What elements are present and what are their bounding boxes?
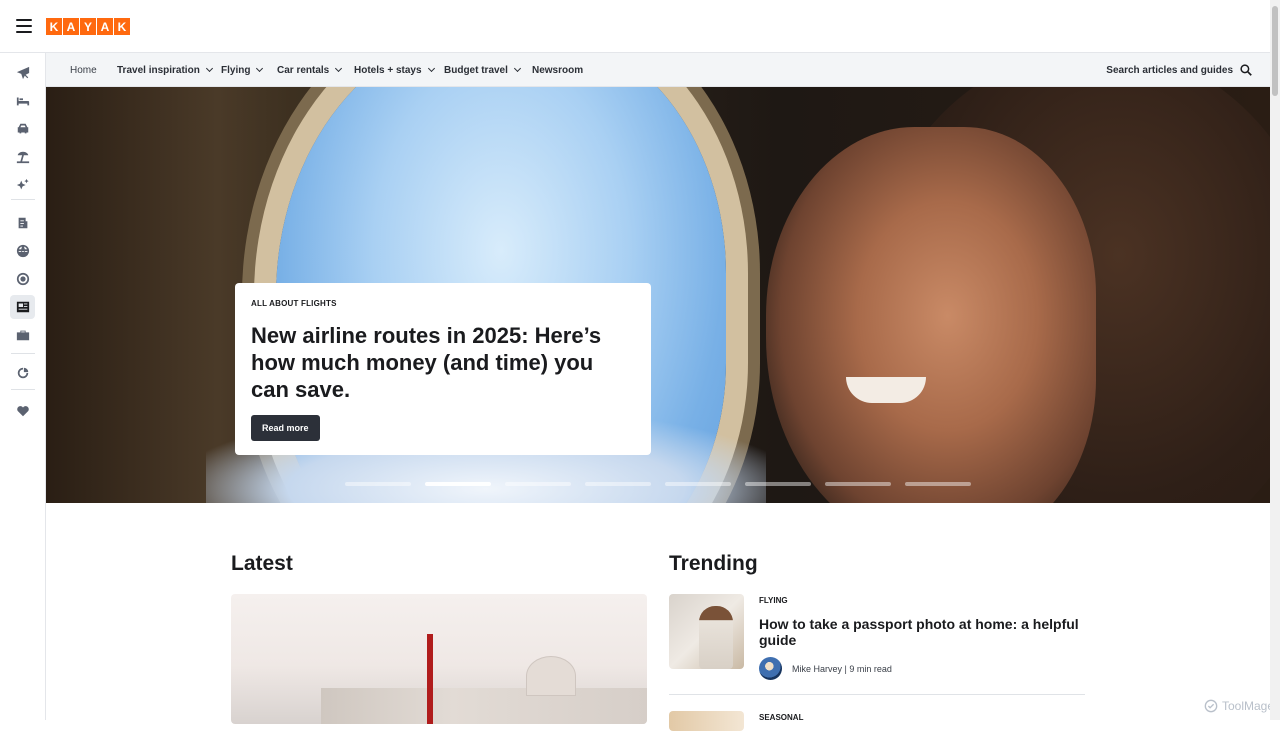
watermark: ToolMage	[1204, 699, 1274, 713]
author-meta: Mike Harvey | 9 min read	[792, 663, 892, 674]
trending-thumbnail[interactable]	[669, 594, 744, 669]
trends-icon[interactable]	[10, 267, 35, 291]
search-icon	[1240, 64, 1252, 76]
left-rail	[0, 53, 46, 720]
hero-title[interactable]: New airline routes in 2025: Here’s how m…	[251, 322, 635, 403]
nav-flying-label: Flying	[221, 64, 251, 76]
business-icon[interactable]	[10, 323, 35, 347]
nav-car-rentals[interactable]: Car rentals	[277, 53, 343, 87]
chevron-down-icon	[335, 64, 343, 73]
rail-divider	[11, 199, 35, 200]
carousel-dot[interactable]	[585, 482, 651, 486]
carousel-dot[interactable]	[745, 482, 811, 486]
latest-heading: Latest	[231, 552, 293, 575]
trips-icon[interactable]	[10, 211, 35, 235]
trending-title[interactable]: How to take a passport photo at home: a …	[759, 616, 1079, 648]
ai-mode-icon[interactable]	[10, 173, 35, 197]
nav-home-label: Home	[70, 64, 97, 76]
nav-hotels-stays-label: Hotels + stays	[354, 64, 422, 76]
carousel-indicators	[345, 482, 971, 486]
carousel-dot[interactable]	[345, 482, 411, 486]
nav-newsroom[interactable]: Newsroom	[532, 53, 583, 87]
nav-travel-inspiration-label: Travel inspiration	[117, 64, 200, 76]
search-articles-button[interactable]: Search articles and guides	[1106, 53, 1252, 87]
deals-icon[interactable]	[10, 361, 35, 385]
packages-icon[interactable]	[10, 145, 35, 169]
rail-divider	[11, 353, 35, 354]
explore-icon[interactable]	[10, 239, 35, 263]
carousel-dot[interactable]	[825, 482, 891, 486]
logo-letter: K	[114, 18, 130, 35]
carousel-dot[interactable]	[665, 482, 731, 486]
chevron-down-icon	[256, 64, 264, 73]
trending-category: SEASONAL	[759, 713, 804, 722]
nav-car-rentals-label: Car rentals	[277, 64, 330, 76]
trending-heading: Trending	[669, 552, 758, 575]
chevron-down-icon	[427, 64, 435, 73]
kayak-logo[interactable]: K A Y A K	[46, 18, 130, 35]
read-more-button[interactable]: Read more	[251, 415, 320, 441]
search-articles-label: Search articles and guides	[1106, 64, 1233, 76]
carousel-dot[interactable]	[425, 482, 491, 486]
logo-letter: A	[63, 18, 79, 35]
logo-letter: K	[46, 18, 62, 35]
nav-budget-travel-label: Budget travel	[444, 64, 508, 76]
guides-icon[interactable]	[10, 295, 35, 319]
menu-icon[interactable]	[16, 19, 32, 33]
avatar	[759, 657, 782, 680]
trending-category: FLYING	[759, 596, 788, 605]
chevron-down-icon	[513, 64, 521, 73]
top-header: K A Y A K	[0, 0, 1270, 53]
carousel-dot[interactable]	[505, 482, 571, 486]
hero-card: ALL ABOUT FLIGHTS New airline routes in …	[235, 283, 651, 455]
image-buildings	[321, 688, 647, 724]
image-pole	[427, 634, 433, 724]
stays-icon[interactable]	[10, 89, 35, 113]
image-dome	[526, 656, 576, 696]
logo-letter: A	[97, 18, 113, 35]
hero-category: ALL ABOUT FLIGHTS	[251, 299, 337, 308]
divider	[669, 694, 1085, 695]
nav-travel-inspiration[interactable]: Travel inspiration	[117, 53, 213, 87]
logo-letter: Y	[80, 18, 96, 35]
rail-divider	[11, 389, 35, 390]
latest-article-image[interactable]	[231, 594, 647, 724]
article-nav: Home Travel inspiration Flying Car renta…	[46, 53, 1270, 87]
trending-item: SEASONAL	[669, 711, 1085, 731]
chevron-down-icon	[205, 64, 213, 73]
hero-carousel[interactable]: ALL ABOUT FLIGHTS New airline routes in …	[46, 87, 1270, 503]
nav-hotels-stays[interactable]: Hotels + stays	[354, 53, 435, 87]
nav-budget-travel[interactable]: Budget travel	[444, 53, 521, 87]
carousel-dot[interactable]	[905, 482, 971, 486]
saved-icon[interactable]	[10, 399, 35, 423]
watermark-icon	[1204, 699, 1218, 713]
thumbnail-person	[699, 606, 733, 669]
author-line: Mike Harvey | 9 min read	[759, 657, 892, 680]
page-scrollbar[interactable]	[1270, 0, 1280, 720]
hero-image-face	[766, 127, 1096, 503]
nav-flying[interactable]: Flying	[221, 53, 264, 87]
cars-icon[interactable]	[10, 117, 35, 141]
nav-home[interactable]: Home	[70, 53, 97, 87]
watermark-text: ToolMage	[1221, 699, 1274, 713]
trending-item: FLYING How to take a passport photo at h…	[669, 594, 1085, 684]
nav-newsroom-label: Newsroom	[532, 64, 584, 76]
scrollbar-thumb[interactable]	[1272, 6, 1278, 96]
flights-icon[interactable]	[10, 61, 35, 85]
trending-thumbnail[interactable]	[669, 711, 744, 731]
